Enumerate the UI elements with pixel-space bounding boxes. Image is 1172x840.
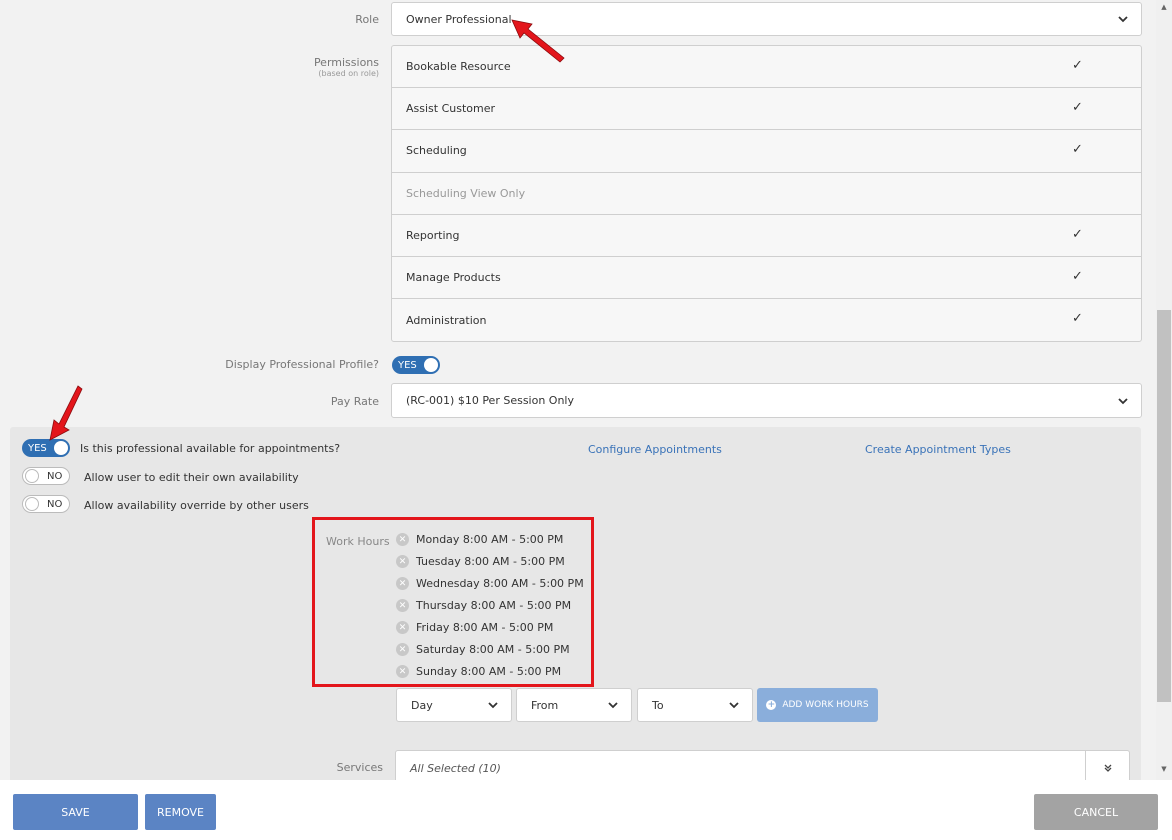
cancel-button[interactable]: CANCEL [1034,794,1158,830]
arrow-icon [49,385,83,441]
chevron-down-icon [488,702,498,709]
role-label: Role [355,13,379,26]
permissions-list: Bookable Resource ✓ Assist Customer ✓ Sc… [391,45,1142,343]
override-availability-toggle[interactable]: NO [22,495,70,513]
override-availability-label: Allow availability override by other use… [84,499,309,512]
toggle-label: NO [47,470,63,482]
permission-row: Scheduling View Only [392,173,1141,215]
day-select[interactable]: Day [396,688,512,722]
permissions-title: Permissions [313,56,379,69]
permissions-label: Permissions (based on role) [260,56,379,78]
permission-row: Assist Customer ✓ [392,88,1141,131]
permission-row: Bookable Resource ✓ [392,46,1141,89]
pay-rate-select[interactable]: (RC-001) $10 Per Session Only [391,383,1142,418]
permission-name: Scheduling View Only [406,186,526,200]
check-icon: ✓ [1072,58,1083,73]
create-appointment-types-link[interactable]: Create Appointment Types [865,443,1011,456]
pay-rate-label: Pay Rate [330,395,379,408]
check-icon: ✓ [1072,142,1083,158]
permission-row: Reporting ✓ [392,215,1141,257]
day-select-value: Day [411,698,433,712]
vertical-scrollbar[interactable]: ▲ ▼ [1156,0,1172,780]
add-work-hours-label: ADD WORK HOURS [782,700,869,710]
chevron-down-icon [608,702,618,709]
edit-availability-label: Allow user to edit their own availabilit… [84,471,299,484]
form-scroll-area: Role Owner Professional Permissions (bas… [0,0,1156,780]
permissions-sublabel: (based on role) [318,69,379,78]
chevron-down-icon [729,702,739,709]
scroll-down-icon[interactable]: ▼ [1156,762,1172,776]
toggle-knob [25,469,39,483]
check-icon: ✓ [1072,268,1083,284]
scroll-thumb[interactable] [1157,310,1171,702]
arrow-icon [511,19,565,63]
role-select[interactable]: Owner Professional [391,2,1142,36]
pay-rate-value: (RC-001) $10 Per Session Only [406,394,575,407]
permission-name: Assist Customer [406,102,496,116]
add-work-hours-button[interactable]: + ADD WORK HOURS [757,688,878,722]
permission-name: Bookable Resource [406,60,511,74]
plus-circle-icon: + [766,700,777,710]
from-select[interactable]: From [516,688,632,722]
services-value: All Selected (10) [410,761,501,775]
configure-appointments-link[interactable]: Configure Appointments [588,443,722,456]
double-chevron-down-icon[interactable] [1085,751,1129,780]
toggle-label: YES [28,442,47,454]
display-profile-label: Display Professional Profile? [225,358,379,371]
highlight-box [312,517,594,687]
edit-availability-toggle[interactable]: NO [22,467,70,485]
permission-name: Manage Products [406,271,501,285]
permission-name: Administration [406,313,487,327]
check-icon: ✓ [1072,226,1083,242]
check-icon: ✓ [1072,311,1083,327]
from-select-value: From [531,698,559,712]
permission-name: Scheduling [406,144,467,158]
save-button[interactable]: SAVE [13,794,138,830]
check-icon: ✓ [1072,100,1083,116]
toggle-label: YES [398,359,417,371]
services-multiselect[interactable]: All Selected (10) [395,750,1130,780]
available-label: Is this professional available for appoi… [80,442,341,455]
to-select[interactable]: To [637,688,753,722]
permission-row: Administration ✓ [392,299,1141,341]
permission-name: Reporting [406,228,460,242]
to-select-value: To [652,698,664,712]
toggle-label: NO [47,498,63,510]
remove-button[interactable]: REMOVE [145,794,216,830]
role-value: Owner Professional [406,12,512,26]
scroll-up-icon[interactable]: ▲ [1156,0,1172,14]
toggle-knob [424,358,438,372]
toggle-knob [25,497,39,511]
services-label: Services [336,761,383,774]
chevron-down-icon [1118,16,1128,23]
permission-row: Manage Products ✓ [392,257,1141,300]
display-profile-toggle[interactable]: YES [392,356,440,374]
chevron-down-icon [1118,397,1128,404]
permission-row: Scheduling ✓ [392,130,1141,173]
